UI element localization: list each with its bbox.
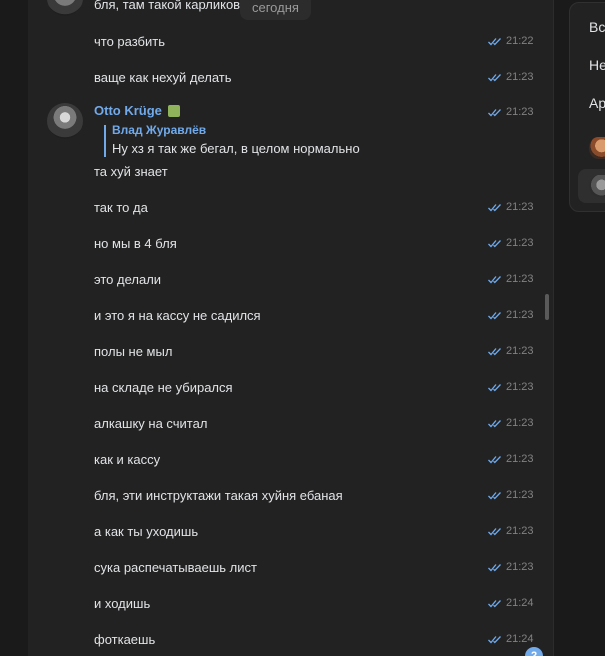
message-time: 21:23 — [506, 417, 534, 429]
message-meta: 21:24 — [488, 596, 534, 610]
date-separator: сегодня — [240, 0, 311, 20]
message-meta: 21:23 — [488, 105, 534, 119]
message-time: 21:23 — [506, 453, 534, 465]
double-check-icon — [488, 108, 501, 116]
message-meta: 21:23 — [488, 416, 534, 430]
message-time: 21:23 — [506, 309, 534, 321]
message-text: та хуй знает — [94, 164, 168, 179]
message-meta: 21:23 — [488, 380, 534, 394]
message-meta: 21:22 — [488, 34, 534, 48]
double-check-icon — [488, 347, 501, 355]
message-text: алкашку на считал — [94, 416, 208, 431]
double-check-icon — [488, 275, 501, 283]
reply-quote-bar — [104, 125, 106, 157]
message-meta: 21:23 — [488, 452, 534, 466]
folders-panel: Все Не Ар — [569, 2, 605, 212]
message-text: что разбить — [94, 34, 165, 49]
message-text: это делали — [94, 272, 162, 287]
sender-name-text[interactable]: Otto Krüge — [94, 103, 162, 118]
double-check-icon — [488, 203, 501, 211]
double-check-icon — [488, 527, 501, 535]
message-text: и ходишь — [94, 596, 151, 611]
message-time: 21:23 — [506, 489, 534, 501]
message-meta: 21:24 — [488, 632, 534, 646]
message-text: и это я на кассу не садился — [94, 308, 261, 323]
double-check-icon — [488, 383, 501, 391]
double-check-icon — [488, 599, 501, 607]
message-time: 21:23 — [506, 237, 534, 249]
folder-item-all[interactable]: Все — [589, 19, 605, 35]
double-check-icon — [488, 37, 501, 45]
message-text: фоткаешь — [94, 632, 156, 647]
double-check-icon — [488, 491, 501, 499]
message-time: 21:23 — [506, 106, 534, 118]
message-text: сука распечатываешь лист — [94, 560, 257, 575]
message-text: на складе не убирался — [94, 380, 233, 395]
folder-item-unread[interactable]: Не — [589, 57, 605, 73]
message-meta: 21:23 — [488, 236, 534, 250]
message-time: 21:24 — [506, 597, 534, 609]
message-meta: 21:23 — [488, 308, 534, 322]
message-text: бля, там такой карликов — [94, 0, 241, 12]
sender-avatar[interactable] — [47, 103, 83, 139]
unread-badge[interactable]: 2 — [525, 647, 543, 656]
message-meta: 21:23 — [488, 70, 534, 84]
message-meta: 21:23 — [488, 344, 534, 358]
double-check-icon — [488, 455, 501, 463]
message-time: 21:23 — [506, 273, 534, 285]
message-time: 21:23 — [506, 561, 534, 573]
panel-divider — [553, 0, 554, 656]
double-check-icon — [488, 239, 501, 247]
message-text: но мы в 4 бля — [94, 236, 177, 251]
message-time: 21:23 — [506, 345, 534, 357]
message-text: так то да — [94, 200, 148, 215]
reply-quoted-text[interactable]: Ну хз я так же бегал, в целом нормально — [112, 141, 360, 156]
folder-item-archive[interactable]: Ар — [589, 95, 605, 111]
sender-avatar[interactable] — [47, 0, 83, 16]
reply-quoted-name[interactable]: Влад Журавлёв — [112, 123, 206, 137]
sender-name[interactable]: Otto Krüge — [94, 103, 180, 118]
double-check-icon — [488, 419, 501, 427]
message-text: как и кассу — [94, 452, 161, 467]
message-time: 21:23 — [506, 71, 534, 83]
double-check-icon — [488, 311, 501, 319]
chat-scrollbar-thumb[interactable] — [545, 294, 549, 320]
message-time: 21:24 — [506, 633, 534, 645]
double-check-icon — [488, 73, 501, 81]
status-emoji-icon — [167, 104, 180, 117]
message-text: а как ты уходишь — [94, 524, 199, 539]
message-time: 21:23 — [506, 381, 534, 393]
chat-avatar[interactable] — [589, 175, 605, 197]
message-text: ваще как нехуй делать — [94, 70, 232, 85]
message-meta: 21:23 — [488, 560, 534, 574]
double-check-icon — [488, 563, 501, 571]
message-time: 21:23 — [506, 201, 534, 213]
message-meta: 21:23 — [488, 524, 534, 538]
message-text: полы не мыл — [94, 344, 173, 359]
message-meta: 21:23 — [488, 272, 534, 286]
message-meta: 21:23 — [488, 488, 534, 502]
message-text: бля, эти инструктажи такая хуйня ебаная — [94, 488, 343, 503]
message-time: 21:22 — [506, 35, 534, 47]
chat-avatar[interactable] — [589, 137, 605, 159]
message-meta: 21:23 — [488, 200, 534, 214]
double-check-icon — [488, 635, 501, 643]
chat-history: бля, там такой карликов что разбить 21:2… — [28, 0, 553, 656]
message-time: 21:23 — [506, 525, 534, 537]
